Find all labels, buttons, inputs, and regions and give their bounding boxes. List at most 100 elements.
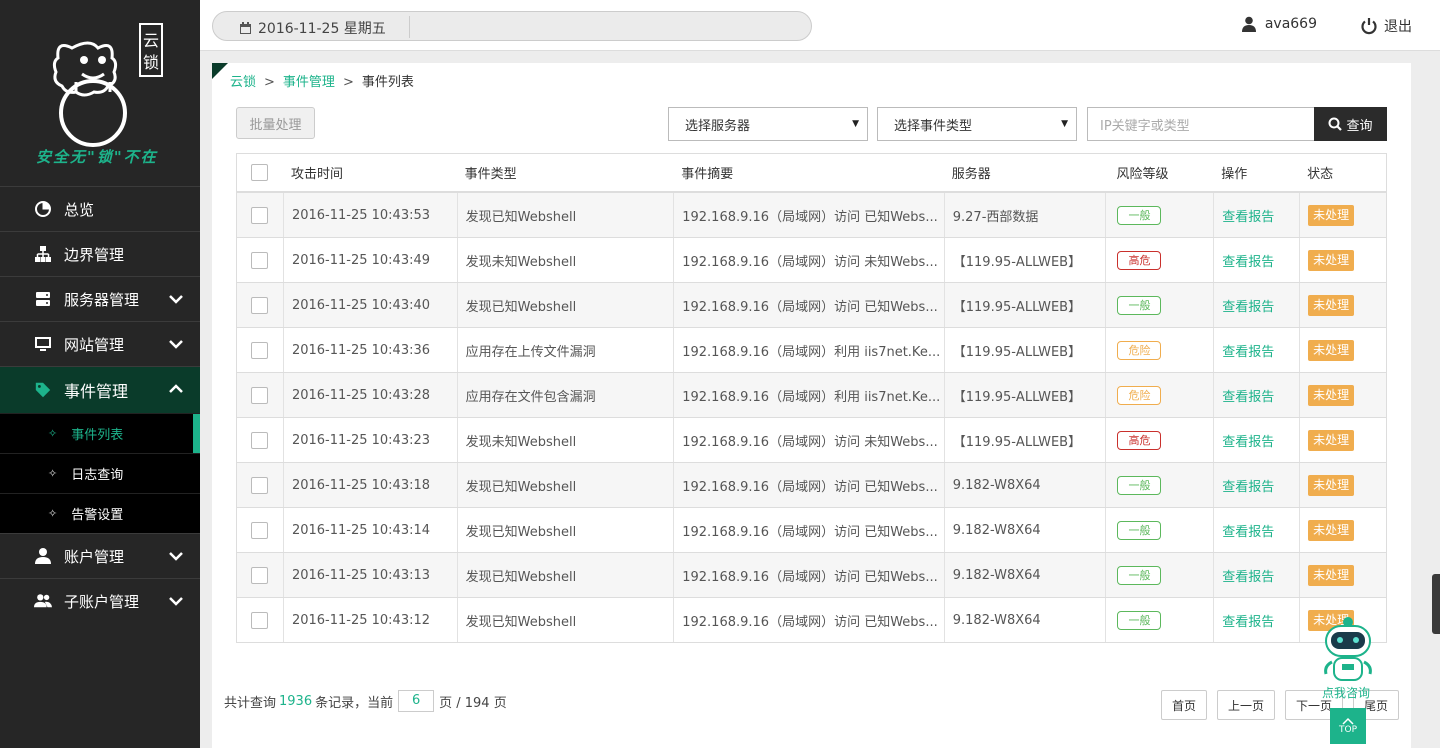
submenu-alert-settings[interactable]: ✧ 告警设置	[0, 493, 200, 533]
user-menu[interactable]: ava669	[1241, 16, 1317, 32]
cell-server: 9.182-W8X64	[943, 553, 1106, 597]
cell-summary: 192.168.9.16（局域网）访问 已知Webs...	[673, 553, 944, 597]
cell-type: 应用存在文件包含漏洞	[456, 373, 674, 417]
menu-boundary[interactable]: 边界管理	[0, 231, 200, 276]
row-checkbox[interactable]	[251, 206, 268, 224]
row-checkbox[interactable]	[251, 611, 268, 629]
cell-summary: 192.168.9.16（局域网）访问 未知Webs...	[673, 418, 944, 462]
menu-server[interactable]: 服务器管理	[0, 276, 200, 321]
view-report-link[interactable]: 查看报告	[1222, 611, 1274, 630]
first-page-button[interactable]: 首页	[1161, 690, 1207, 720]
cell-status: 未处理	[1299, 553, 1386, 597]
cell-type: 发现已知Webshell	[456, 193, 674, 237]
select-all-checkbox[interactable]	[251, 164, 268, 181]
cell-summary: 192.168.9.16（局域网）访问 已知Webs...	[673, 193, 944, 237]
menu-events[interactable]: 事件管理	[0, 366, 200, 413]
view-report-link[interactable]: 查看报告	[1222, 521, 1274, 540]
breadcrumb-current: 事件列表	[361, 75, 414, 90]
search-input[interactable]: IP关键字或类型	[1087, 107, 1315, 141]
cell-summary: 192.168.9.16（局域网）访问 未知Webs...	[673, 238, 944, 282]
row-checkbox-cell	[237, 463, 283, 507]
date-box: 2016-11-25 星期五	[212, 11, 812, 41]
cell-action: 查看报告	[1213, 418, 1299, 462]
cell-summary: 192.168.9.16（局域网）访问 已知Webs...	[673, 598, 944, 642]
row-checkbox-cell	[237, 508, 283, 552]
logout-button[interactable]: 退出	[1360, 16, 1412, 36]
row-checkbox[interactable]	[251, 296, 268, 314]
breadcrumb: 云锁 > 事件管理 > 事件列表	[230, 71, 414, 90]
cell-summary: 192.168.9.16（局域网）访问 已知Webs...	[673, 463, 944, 507]
event-type-select[interactable]: 选择事件类型 ▼	[877, 107, 1077, 141]
view-report-link[interactable]: 查看报告	[1222, 341, 1274, 360]
page-number-input[interactable]: 6	[398, 690, 435, 712]
menu-subaccount[interactable]: 子账户管理	[0, 578, 200, 623]
risk-badge: 一般	[1117, 565, 1162, 585]
server-select[interactable]: 选择服务器 ▼	[668, 107, 868, 141]
breadcrumb-separator: >	[342, 75, 354, 90]
username: ava669	[1264, 16, 1317, 32]
consult-link[interactable]: 点我咨询	[1322, 684, 1370, 701]
view-report-link[interactable]: 查看报告	[1222, 431, 1274, 450]
header-server: 服务器	[951, 167, 991, 182]
row-checkbox[interactable]	[251, 476, 268, 494]
search-button[interactable]: 查询	[1314, 107, 1387, 141]
chevron-down-icon	[168, 548, 184, 568]
chevron-up-icon	[1342, 717, 1354, 725]
side-handle[interactable]	[1432, 574, 1440, 634]
power-icon	[1360, 17, 1378, 35]
risk-badge: 高危	[1117, 430, 1162, 450]
robot-helper-icon[interactable]	[1318, 612, 1378, 692]
submenu-event-list[interactable]: ✧ 事件列表	[0, 413, 200, 453]
bullet-icon: ✧	[48, 507, 58, 520]
row-checkbox-cell	[237, 373, 283, 417]
date-display: 2016-11-25 星期五	[239, 18, 386, 38]
cell-server: 【119.95-ALLWEB】	[943, 238, 1106, 282]
submenu-log-query[interactable]: ✧ 日志查询	[0, 453, 200, 493]
row-checkbox-cell	[237, 328, 283, 372]
menu-website[interactable]: 网站管理	[0, 321, 200, 366]
pagination-prefix: 共计查询	[224, 695, 277, 711]
table-row: 2016-11-25 10:43:28 应用存在文件包含漏洞 192.168.9.1…	[237, 372, 1386, 417]
back-to-top-button[interactable]: TOP	[1330, 708, 1366, 744]
table-body: 2016-11-25 10:43:53 发现已知Webshell 192.168.9…	[237, 192, 1386, 642]
breadcrumb-home[interactable]: 云锁	[230, 75, 256, 90]
row-checkbox-cell	[237, 238, 283, 282]
view-report-link[interactable]: 查看报告	[1222, 386, 1274, 405]
cell-time: 2016-11-25 10:43:13	[282, 553, 457, 597]
table-header: 攻击时间 事件类型 事件摘要 服务器 风险等级 操作 状态	[237, 154, 1386, 192]
view-report-link[interactable]: 查看报告	[1222, 251, 1274, 270]
row-checkbox[interactable]	[251, 341, 268, 359]
row-checkbox[interactable]	[251, 566, 268, 584]
monitor-icon	[34, 335, 52, 353]
cell-server: 9.182-W8X64	[943, 463, 1106, 507]
cell-time: 2016-11-25 10:43:36	[282, 328, 457, 372]
prev-page-button[interactable]: 上一页	[1217, 690, 1275, 720]
menu-overview[interactable]: 总览	[0, 186, 200, 231]
cell-server: 9.182-W8X64	[943, 508, 1106, 552]
cell-time: 2016-11-25 10:43:28	[282, 373, 457, 417]
header-action: 操作	[1221, 167, 1248, 182]
cell-type: 发现已知Webshell	[456, 463, 674, 507]
cell-server: 9.27-西部数据	[943, 193, 1106, 237]
breadcrumb-events[interactable]: 事件管理	[283, 75, 335, 90]
cell-time: 2016-11-25 10:43:14	[282, 508, 457, 552]
cell-risk: 危险	[1105, 373, 1213, 417]
row-checkbox[interactable]	[251, 251, 268, 269]
user-icon	[34, 547, 52, 565]
server-icon	[34, 290, 52, 308]
menu-account[interactable]: 账户管理	[0, 533, 200, 578]
view-report-link[interactable]: 查看报告	[1222, 206, 1274, 225]
row-checkbox[interactable]	[251, 431, 268, 449]
view-report-link[interactable]: 查看报告	[1222, 296, 1274, 315]
view-report-link[interactable]: 查看报告	[1222, 476, 1274, 495]
cell-action: 查看报告	[1213, 328, 1299, 372]
batch-process-button[interactable]: 批量处理	[236, 107, 315, 139]
view-report-link[interactable]: 查看报告	[1222, 566, 1274, 585]
row-checkbox[interactable]	[251, 386, 268, 404]
submenu-label: 日志查询	[71, 468, 124, 483]
header-checkbox-cell	[237, 154, 283, 191]
cell-status: 未处理	[1299, 508, 1386, 552]
row-checkbox[interactable]	[251, 521, 268, 539]
cell-time: 2016-11-25 10:43:12	[282, 598, 457, 642]
content-panel: 云锁 > 事件管理 > 事件列表 批量处理 选择服务器 ▼ 选择事件类型 ▼ IP关键字…	[212, 63, 1411, 748]
